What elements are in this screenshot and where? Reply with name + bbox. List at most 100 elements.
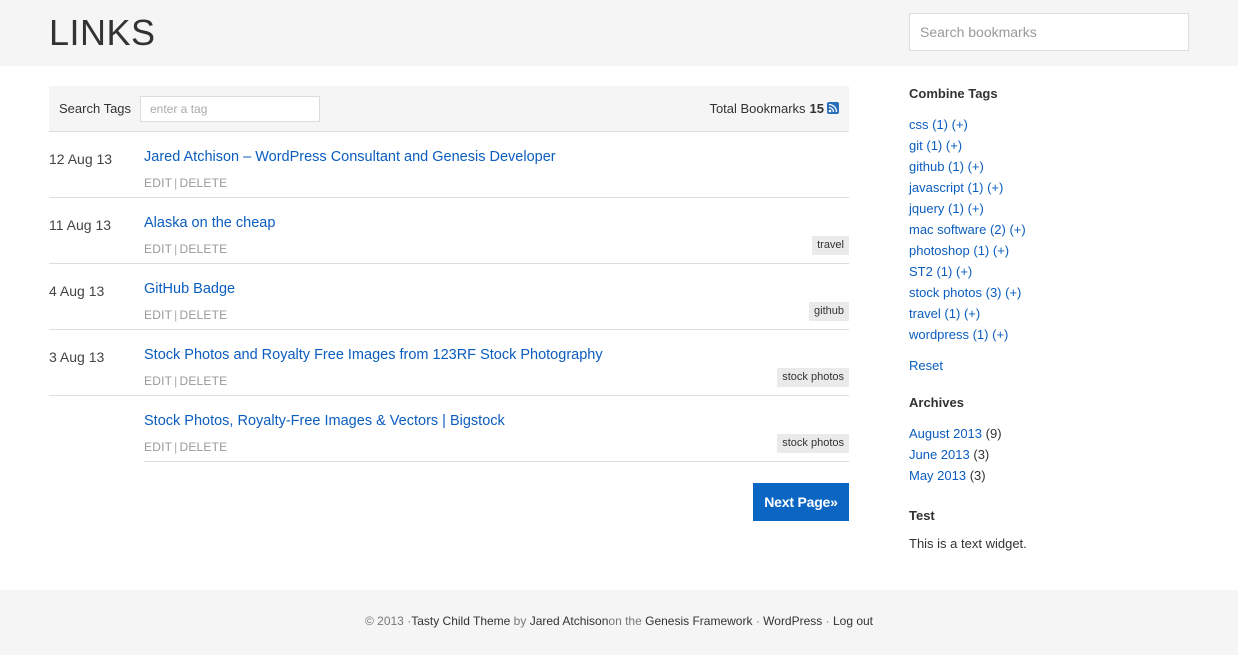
tag-list-item: photoshop (1) (+) <box>909 240 1209 261</box>
bookmark-actions: EDIT | DELETE <box>144 440 228 454</box>
bookmark-tag[interactable]: stock photos <box>777 368 849 387</box>
tag-count: (3) <box>985 285 1002 300</box>
archive-link[interactable]: August 2013 <box>909 426 982 441</box>
bookmark-date: 12 Aug 13 <box>49 151 113 167</box>
archive-item: August 2013 (9) <box>909 423 1209 444</box>
bookmark-title-link[interactable]: Alaska on the cheap <box>144 215 275 231</box>
footer-author-link[interactable]: Jared Atchison <box>530 614 609 628</box>
bookmarks-content: Search Tags Total Bookmarks 15 12 Aug 13… <box>49 86 849 462</box>
tag-count: (1) <box>936 264 953 279</box>
tag-list-item: mac software (2) (+) <box>909 219 1209 240</box>
delete-link[interactable]: DELETE <box>179 176 227 190</box>
archive-item: June 2013 (3) <box>909 444 1209 465</box>
add-tag-link[interactable]: (+) <box>968 201 984 216</box>
tag-link[interactable]: mac software <box>909 222 986 237</box>
combine-tags-list: css (1) (+) git (1) (+) github (1) (+) j… <box>909 114 1209 345</box>
delete-link[interactable]: DELETE <box>179 242 227 256</box>
bookmark-date: 4 Aug 13 <box>49 283 105 299</box>
tag-list-item: ST2 (1) (+) <box>909 261 1209 282</box>
tag-count: (1) <box>972 327 989 342</box>
search-tags-label: Search Tags <box>59 101 132 116</box>
delete-link[interactable]: DELETE <box>179 440 227 454</box>
bookmark-tag[interactable]: github <box>809 302 849 321</box>
tag-count: (1) <box>948 201 964 216</box>
site-header: LINKS <box>0 0 1238 66</box>
tag-list-item: git (1) (+) <box>909 135 1209 156</box>
bookmark-row: 4 Aug 13 GitHub Badge EDIT | DELETE github <box>49 264 849 330</box>
add-tag-link[interactable]: (+) <box>993 243 1009 258</box>
bookmark-tag[interactable]: stock photos <box>777 434 849 453</box>
tag-list-item: javascript (1) (+) <box>909 177 1209 198</box>
tag-list-item: css (1) (+) <box>909 114 1209 135</box>
edit-link[interactable]: EDIT <box>144 176 172 190</box>
tag-link[interactable]: javascript <box>909 180 964 195</box>
tag-link[interactable]: ST2 <box>909 264 933 279</box>
edit-link[interactable]: EDIT <box>144 308 172 322</box>
tag-search-input[interactable] <box>140 96 320 122</box>
archive-count: (3) <box>969 468 986 483</box>
archive-count: (3) <box>973 447 990 462</box>
edit-link[interactable]: EDIT <box>144 374 172 388</box>
bookmark-actions: EDIT | DELETE <box>144 176 228 190</box>
next-page-button[interactable]: Next Page» <box>753 483 849 521</box>
search-bookmarks-input[interactable] <box>909 13 1189 51</box>
footer-theme-link[interactable]: Tasty Child Theme <box>411 614 510 628</box>
reset-tags-link[interactable]: Reset <box>909 358 1209 373</box>
delete-link[interactable]: DELETE <box>179 308 227 322</box>
add-tag-link[interactable]: (+) <box>964 306 980 321</box>
bookmark-tag[interactable]: travel <box>812 236 849 255</box>
add-tag-link[interactable]: (+) <box>952 117 968 132</box>
tag-link[interactable]: travel <box>909 306 941 321</box>
bookmark-actions: EDIT | DELETE <box>144 242 228 256</box>
tag-link[interactable]: github <box>909 159 944 174</box>
tag-list-item: wordpress (1) (+) <box>909 324 1209 345</box>
tag-list-item: stock photos (3) (+) <box>909 282 1209 303</box>
footer-framework-link[interactable]: Genesis Framework <box>645 614 752 628</box>
edit-link[interactable]: EDIT <box>144 440 172 454</box>
tag-count: (1) <box>948 159 964 174</box>
footer-wordpress-link[interactable]: WordPress <box>763 614 822 628</box>
bookmark-title-link[interactable]: Stock Photos, Royalty-Free Images & Vect… <box>144 413 505 429</box>
tag-count: (1) <box>967 180 984 195</box>
add-tag-link[interactable]: (+) <box>1009 222 1025 237</box>
tag-count: (1) <box>926 138 943 153</box>
archives-list: August 2013 (9) June 2013 (3) May 2013 (… <box>909 423 1209 486</box>
footer-logout-link[interactable]: Log out <box>833 614 873 628</box>
add-tag-link[interactable]: (+) <box>946 138 962 153</box>
tag-count: (1) <box>944 306 961 321</box>
total-bookmarks-label: Total Bookmarks <box>709 101 806 116</box>
tag-link[interactable]: jquery <box>909 201 944 216</box>
bookmark-title-link[interactable]: Jared Atchison – WordPress Consultant an… <box>144 149 556 165</box>
add-tag-link[interactable]: (+) <box>987 180 1003 195</box>
archive-link[interactable]: May 2013 <box>909 468 966 483</box>
archive-count: (9) <box>985 426 1002 441</box>
add-tag-link[interactable]: (+) <box>992 327 1008 342</box>
archive-item: May 2013 (3) <box>909 465 1209 486</box>
edit-link[interactable]: EDIT <box>144 242 172 256</box>
total-bookmarks: Total Bookmarks 15 <box>709 101 839 116</box>
site-title[interactable]: LINKS <box>49 12 156 54</box>
add-tag-link[interactable]: (+) <box>968 159 984 174</box>
bookmark-title-link[interactable]: GitHub Badge <box>144 281 235 297</box>
bookmark-title-link[interactable]: Stock Photos and Royalty Free Images fro… <box>144 347 603 363</box>
tag-link[interactable]: css <box>909 117 929 132</box>
bookmark-row: 11 Aug 13 Alaska on the cheap EDIT | DELET… <box>49 198 849 264</box>
tag-link[interactable]: photoshop <box>909 243 970 258</box>
tag-link[interactable]: stock photos <box>909 285 982 300</box>
archive-link[interactable]: June 2013 <box>909 447 970 462</box>
tag-link[interactable]: git <box>909 138 923 153</box>
delete-link[interactable]: DELETE <box>179 374 227 388</box>
bookmark-actions: EDIT | DELETE <box>144 308 228 322</box>
tag-list-item: jquery (1) (+) <box>909 198 1209 219</box>
add-tag-link[interactable]: (+) <box>1005 285 1021 300</box>
test-widget-title: Test <box>909 508 935 523</box>
rss-icon[interactable] <box>827 101 839 114</box>
tag-count: (1) <box>973 243 990 258</box>
tag-count: (2) <box>989 222 1006 237</box>
footer-copyright: © 2013 · <box>364 614 412 628</box>
bookmark-date: 11 Aug 13 <box>49 217 112 233</box>
total-bookmarks-count: 15 <box>809 101 824 116</box>
tag-link[interactable]: wordpress <box>909 327 969 342</box>
combine-tags-title: Combine Tags <box>909 86 998 101</box>
add-tag-link[interactable]: (+) <box>956 264 972 279</box>
